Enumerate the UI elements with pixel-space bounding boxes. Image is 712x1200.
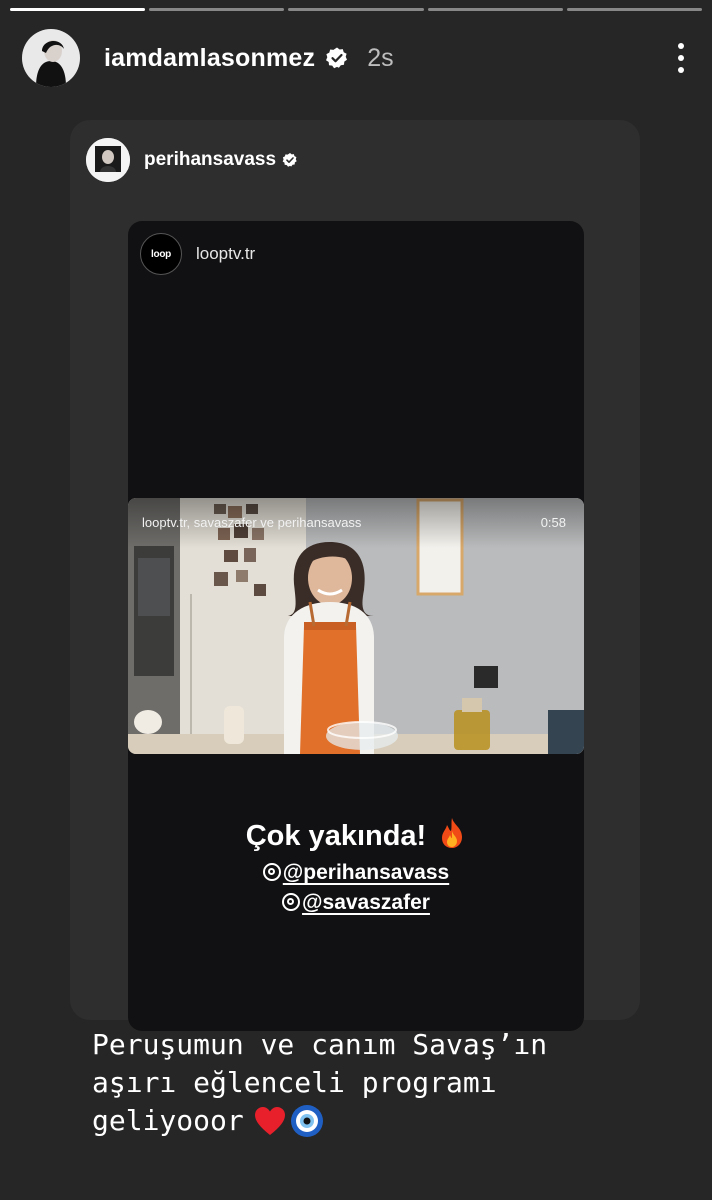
story-progress-bar bbox=[10, 8, 703, 11]
progress-segment bbox=[288, 8, 424, 11]
video-duration: 0:58 bbox=[540, 515, 566, 530]
nazar-amulet-icon bbox=[290, 1105, 323, 1137]
mention-sticker-perihansavass[interactable]: @perihansavass bbox=[128, 861, 584, 885]
shared-avatar[interactable] bbox=[86, 138, 130, 182]
video-thumbnail[interactable]: looptv.tr, savaszafer ve perihansavass 0… bbox=[128, 498, 584, 754]
more-options-icon[interactable] bbox=[672, 43, 690, 73]
shared-username[interactable]: perihansavass bbox=[144, 149, 276, 171]
video-frame-illustration bbox=[128, 498, 584, 754]
story-header: iamdamlasonmez 2s bbox=[22, 28, 690, 88]
red-heart-icon bbox=[254, 1107, 285, 1135]
progress-segment bbox=[10, 8, 146, 11]
threads-icon bbox=[282, 893, 301, 911]
video-caption: looptv.tr, savaszafer ve perihansavass bbox=[142, 515, 362, 530]
threads-icon bbox=[262, 863, 281, 881]
inner-story[interactable]: loop looptv.tr looptv.tr, savaszafer ve … bbox=[128, 221, 584, 1031]
headline-label: Çok yakında! bbox=[245, 820, 427, 852]
mention-label[interactable]: @savaszafer bbox=[302, 891, 430, 914]
progress-segment bbox=[566, 8, 703, 11]
looptv-logo[interactable]: loop bbox=[140, 233, 182, 275]
story-caption-text: Peruşumun ve canım Savaş’ın aşırı eğlenc… bbox=[92, 1026, 692, 1140]
mention-sticker-savaszafer[interactable]: @savaszafer bbox=[128, 891, 584, 915]
progress-segment bbox=[427, 8, 563, 11]
verified-badge-icon bbox=[282, 153, 297, 167]
shared-post-header: perihansavass bbox=[86, 138, 298, 182]
story-username[interactable]: iamdamlasonmez bbox=[104, 44, 315, 73]
inner-story-header: loop looptv.tr bbox=[140, 233, 255, 275]
verified-badge-icon bbox=[326, 47, 348, 69]
fire-icon bbox=[442, 818, 463, 848]
progress-segment bbox=[149, 8, 285, 11]
inner-username[interactable]: looptv.tr bbox=[196, 244, 255, 264]
shared-story-card[interactable]: perihansavass loop looptv.tr looptv.tr, … bbox=[70, 120, 640, 1031]
caption-emojis bbox=[254, 1104, 324, 1138]
avatar[interactable] bbox=[22, 29, 80, 87]
headline-text: Çok yakında! bbox=[128, 817, 584, 853]
mention-label[interactable]: @perihansavass bbox=[283, 861, 449, 884]
story-timestamp: 2s bbox=[367, 43, 394, 72]
